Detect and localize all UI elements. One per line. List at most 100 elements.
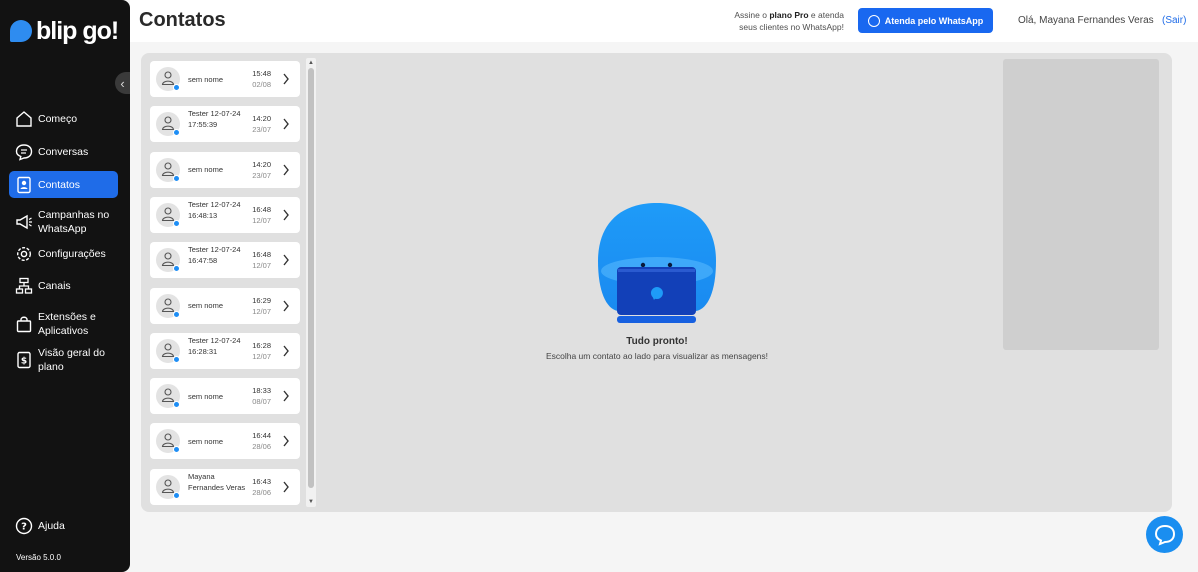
contact-last-message-time: 15:48 02/08	[245, 68, 271, 90]
sidebar-item-label: Conversas	[38, 146, 89, 158]
scrollbar-thumb[interactable]	[308, 68, 314, 488]
chevron-right-icon	[283, 209, 289, 221]
contact-last-message-date: 12/07	[252, 215, 271, 225]
scroll-down-icon[interactable]: ▼	[307, 498, 315, 506]
sidebar-item-channels[interactable]: Canais	[9, 277, 118, 295]
contact-last-message-date: 12/07	[252, 351, 271, 361]
sidebar-item-plan[interactable]: $ Visão geral do plano	[9, 345, 118, 375]
logout-link[interactable]: (Sair)	[1162, 15, 1186, 26]
bag-icon	[15, 315, 33, 333]
page-title: Contatos	[139, 9, 226, 31]
contact-name: Tester 12-07-24 17:55:39	[188, 109, 241, 130]
channel-indicator-icon	[173, 446, 180, 454]
contact-name: Tester 12-07-24 16:28:31	[188, 335, 241, 356]
sidebar-item-chat[interactable]: Conversas	[9, 143, 118, 161]
contact-card[interactable]: Tester 12-07-24 16:47:58 16:48 12/07	[150, 242, 300, 279]
sidebar-item-label: Configurações	[38, 248, 106, 260]
channel-indicator-icon	[173, 219, 180, 227]
contact-card[interactable]: sem nome 16:29 12/07	[150, 287, 300, 324]
contact-details-placeholder	[1003, 59, 1159, 350]
avatar	[156, 248, 180, 273]
sidebar-item-contacts[interactable]: Contatos	[9, 171, 118, 198]
contacts-icon	[15, 176, 33, 194]
sidebar-item-label: Canais	[38, 280, 71, 292]
channel-indicator-icon	[173, 491, 180, 499]
contact-list-scrollbar[interactable]: ▲ ▼	[306, 58, 316, 507]
contact-last-message-date: 12/07	[252, 306, 271, 316]
contact-card[interactable]: sem nome 14:20 23/07	[150, 151, 300, 188]
avatar	[156, 474, 180, 499]
contact-name: Mayana Fernandes Veras	[188, 471, 246, 492]
chevron-right-icon	[283, 435, 289, 447]
channel-indicator-icon	[173, 174, 180, 182]
blip-go-logo[interactable]: blip go!	[10, 16, 119, 46]
contact-card[interactable]: Mayana Fernandes Veras 16:43 28/06	[150, 468, 300, 505]
contact-last-message-time: 16:43 28/06	[245, 476, 271, 498]
contact-last-message-date: 02/08	[252, 80, 271, 89]
chat-bubble-icon	[1154, 524, 1175, 546]
contact-list: sem nome 15:48 02/08 Tester 12-07-24 17:55:…	[150, 61, 300, 507]
contact-card[interactable]: Tester 12-07-24 16:28:31 16:28 12/07	[150, 332, 300, 369]
sidebar-item-home[interactable]: Começo	[9, 110, 118, 128]
chat-icon	[15, 143, 33, 161]
sidebar-item-label: Ajuda	[38, 520, 65, 532]
whatsapp-button[interactable]: Atenda pelo WhatsApp	[858, 8, 993, 33]
svg-text:$: $	[21, 357, 27, 367]
channel-indicator-icon	[173, 355, 180, 363]
avatar	[156, 338, 180, 363]
chevron-right-icon	[283, 481, 289, 493]
pro-plan-link[interactable]: plano Pro	[769, 10, 808, 20]
chevron-right-icon	[283, 73, 289, 85]
svg-text:?: ?	[21, 522, 27, 533]
contact-card[interactable]: Tester 12-07-24 17:55:39 14:20 23/07	[150, 106, 300, 143]
contact-last-message-time: 14:20 23/07	[245, 159, 271, 181]
chevron-right-icon	[283, 254, 289, 266]
contact-card[interactable]: sem nome 15:48 02/08	[150, 61, 300, 97]
channel-indicator-icon	[173, 401, 180, 409]
contact-last-message-date: 08/07	[252, 397, 271, 407]
support-chat-button[interactable]	[1146, 516, 1183, 553]
contact-card[interactable]: sem nome 18:33 08/07	[150, 378, 300, 415]
channel-indicator-icon	[173, 265, 180, 273]
plan-icon: $	[15, 351, 33, 369]
avatar	[156, 157, 180, 182]
sidebar-item-label: Visão geral do plano	[38, 347, 105, 373]
user-greeting: Olá, Mayana Fernandes Veras	[1018, 15, 1154, 26]
contact-last-message-time: 16:29 12/07	[245, 295, 271, 317]
contact-last-message-date: 28/06	[252, 487, 271, 497]
top-header: Contatos Assine o plano Pro e atenda seu…	[130, 0, 1198, 42]
contacts-panel: sem nome 15:48 02/08 Tester 12-07-24 17:55:…	[141, 53, 1172, 512]
avatar	[156, 112, 180, 137]
empty-state: Tudo pronto! Escolha um contato ao lado …	[507, 201, 807, 371]
avatar	[156, 293, 180, 318]
contact-name: sem nome	[188, 74, 224, 84]
avatar	[156, 67, 180, 91]
contact-card[interactable]: sem nome 16:44 28/06	[150, 423, 300, 460]
contact-name: sem nome	[188, 165, 224, 175]
empty-state-subtitle: Escolha um contato ao lado para visualiz…	[545, 351, 769, 361]
bot-laptop-illustration	[598, 203, 716, 323]
chevron-right-icon	[283, 118, 289, 130]
sidebar-item-help[interactable]: ? Ajuda	[9, 517, 118, 535]
sidebar-item-megaphone[interactable]: Campanhas no WhatsApp	[9, 207, 118, 237]
scroll-up-icon[interactable]: ▲	[307, 59, 315, 67]
contact-last-message-time: 16:48 12/07	[245, 204, 271, 226]
sidebar-item-bag[interactable]: Extensões e Aplicativos	[9, 309, 118, 339]
channel-indicator-icon	[173, 129, 180, 137]
contact-card[interactable]: Tester 12-07-24 16:48:13 16:48 12/07	[150, 196, 300, 233]
sidebar-item-gear[interactable]: Configurações	[9, 245, 118, 263]
pro-plan-promo: Assine o plano Pro e atenda seus cliente…	[734, 10, 844, 32]
sidebar-item-label: Começo	[38, 113, 78, 125]
empty-state-title: Tudo pronto!	[626, 336, 688, 347]
collapse-sidebar-button[interactable]: ‹	[115, 72, 130, 94]
contact-name: Tester 12-07-24 16:47:58	[188, 245, 241, 266]
contact-name: Tester 12-07-24 16:48:13	[188, 199, 241, 220]
sidebar: blip go! ‹ Começo Conversas Contatos Campan…	[0, 0, 130, 572]
chevron-right-icon	[283, 390, 289, 402]
sidebar-item-label: Contatos	[38, 178, 81, 191]
sidebar-item-label: Extensões e Aplicativos	[38, 311, 96, 337]
home-icon	[15, 110, 33, 128]
logo-mark-icon	[10, 20, 32, 42]
avatar	[156, 384, 180, 409]
avatar	[156, 429, 180, 454]
